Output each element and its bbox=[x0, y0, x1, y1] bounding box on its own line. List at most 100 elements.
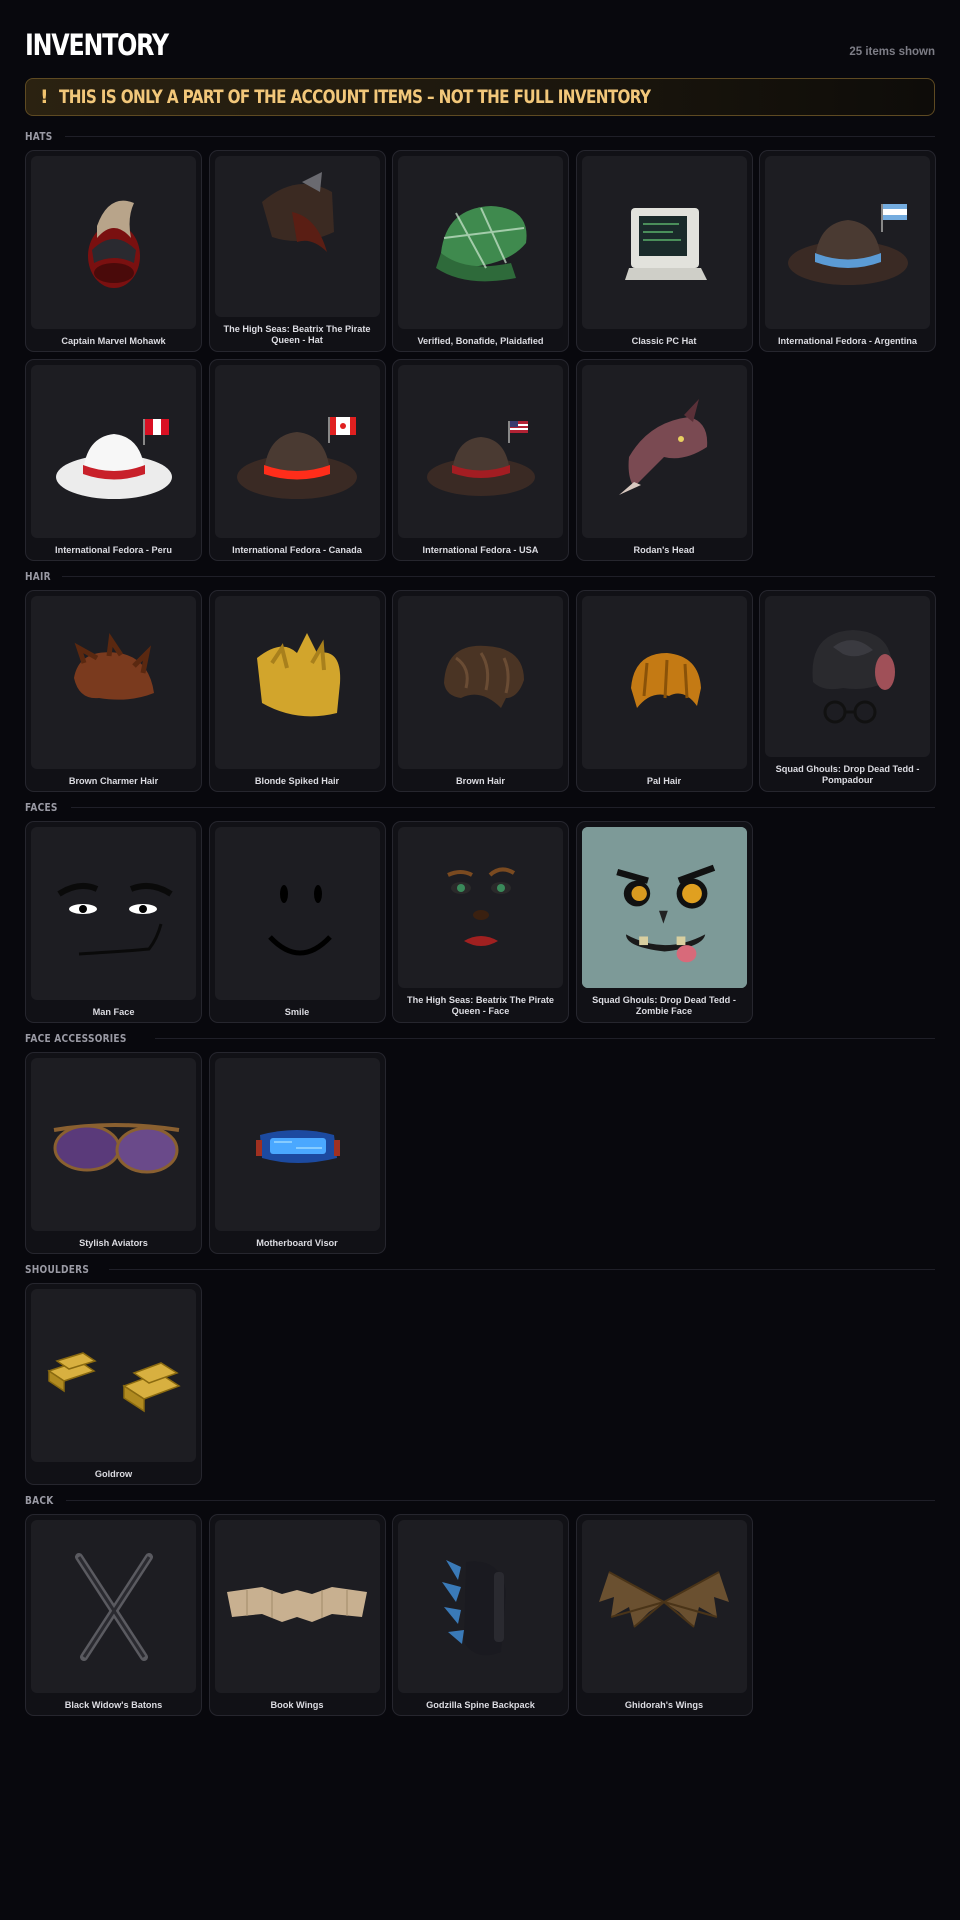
man-face-icon bbox=[56, 882, 173, 955]
inventory-item-card[interactable]: Man Face bbox=[25, 821, 202, 1023]
item-name: Stylish Aviators bbox=[79, 1237, 148, 1248]
item-thumbnail bbox=[398, 596, 563, 769]
inventory-item-card[interactable]: Godzilla Spine Backpack bbox=[392, 1514, 569, 1716]
inventory-item-card[interactable]: Verified, Bonafide, Plaidafied bbox=[392, 150, 569, 352]
inventory-item-card[interactable]: Brown Hair bbox=[392, 590, 569, 792]
pirate-hat-icon bbox=[262, 171, 334, 252]
pal-hair-icon bbox=[631, 652, 701, 708]
inventory-item-card[interactable]: Motherboard Visor bbox=[208, 1052, 386, 1254]
item-name: International Fedora - USA bbox=[422, 544, 539, 555]
item-name: Black Widow's Batons bbox=[64, 1699, 163, 1710]
item-name: The High Seas: Beatrix The Pirate Queen … bbox=[406, 995, 555, 1016]
inventory-item-card[interactable]: Book Wings bbox=[208, 1514, 386, 1716]
item-thumbnail bbox=[214, 1520, 380, 1693]
inventory-item-card[interactable]: Black Widow's Batons bbox=[25, 1514, 202, 1716]
item-name: Captain Marvel Mohawk bbox=[61, 335, 166, 346]
inventory-item-card[interactable]: International Fedora - Peru bbox=[25, 359, 202, 561]
item-count: 25 items shown bbox=[849, 46, 935, 58]
item-thumbnail bbox=[581, 827, 747, 988]
inventory-item-card[interactable]: Goldrow bbox=[25, 1283, 202, 1485]
fedora-argentina-icon bbox=[787, 203, 908, 285]
item-name: International Fedora - Canada bbox=[232, 544, 362, 555]
item-thumbnail bbox=[765, 156, 930, 329]
item-name: Ghidorah's Wings bbox=[624, 1699, 704, 1710]
item-thumbnail bbox=[31, 1058, 196, 1231]
inventory-item-card[interactable]: International Fedora - Argentina bbox=[759, 150, 936, 352]
mohawk-helmet-icon bbox=[87, 200, 140, 288]
section-label: BACK bbox=[25, 1493, 54, 1507]
item-thumbnail bbox=[581, 596, 747, 769]
item-name: Book Wings bbox=[270, 1699, 324, 1710]
item-name: Man Face bbox=[92, 1006, 135, 1017]
inventory-item-card[interactable]: Captain Marvel Mohawk bbox=[25, 150, 202, 352]
item-thumbnail bbox=[31, 596, 196, 769]
item-thumbnail bbox=[31, 156, 196, 329]
page-title: INVENTORY bbox=[25, 28, 169, 62]
item-thumbnail bbox=[581, 156, 747, 329]
plaid-cap-icon bbox=[435, 205, 527, 281]
page-header: INVENTORY 25 items shown bbox=[25, 26, 935, 62]
pirate-face-icon bbox=[446, 867, 515, 946]
item-name: Squad Ghouls: Drop Dead Tedd - Pompadour bbox=[775, 764, 920, 785]
item-thumbnail bbox=[581, 1520, 747, 1693]
section-label: SHOULDERS bbox=[25, 1262, 90, 1276]
item-name: Blonde Spiked Hair bbox=[254, 775, 340, 786]
pc-hat-icon bbox=[625, 207, 707, 280]
inventory-item-card[interactable]: The High Seas: Beatrix The Pirate Queen … bbox=[208, 150, 386, 352]
item-name: International Fedora - Peru bbox=[55, 544, 172, 555]
item-thumbnail bbox=[398, 827, 563, 988]
inventory-item-card[interactable]: Ghidorah's Wings bbox=[575, 1514, 753, 1716]
inventory-item-card[interactable]: Rodan's Head bbox=[575, 359, 753, 561]
item-name: The High Seas: Beatrix The Pirate Queen … bbox=[223, 324, 371, 345]
item-name: Motherboard Visor bbox=[256, 1237, 338, 1248]
item-thumbnail bbox=[31, 1520, 196, 1693]
inventory-item-card[interactable]: Squad Ghouls: Drop Dead Tedd - Pompadour bbox=[759, 590, 936, 792]
fedora-usa-icon bbox=[426, 420, 535, 496]
warning-banner: ! THIS IS ONLY A PART OF THE ACCOUNT ITE… bbox=[25, 78, 935, 116]
inventory-item-card[interactable]: Brown Charmer Hair bbox=[25, 590, 202, 792]
item-name: Classic PC Hat bbox=[631, 335, 697, 346]
item-name: Squad Ghouls: Drop Dead Tedd - Zombie Fa… bbox=[592, 995, 736, 1016]
item-thumbnail bbox=[398, 1520, 563, 1693]
warning-text: THIS IS ONLY A PART OF THE ACCOUNT ITEMS… bbox=[58, 86, 651, 108]
item-name: Godzilla Spine Backpack bbox=[426, 1699, 535, 1710]
item-thumbnail bbox=[398, 365, 563, 538]
inventory-item-card[interactable]: Pal Hair bbox=[575, 590, 753, 792]
item-name: Pal Hair bbox=[646, 775, 682, 786]
section-header-back: BACK bbox=[25, 1493, 935, 1507]
inventory-item-card[interactable]: International Fedora - Canada bbox=[208, 359, 386, 561]
item-name: Verified, Bonafide, Plaidafied bbox=[417, 335, 544, 346]
visor-icon bbox=[256, 1129, 340, 1163]
section-header-hats: HATS bbox=[25, 129, 935, 143]
item-thumbnail bbox=[214, 156, 380, 317]
bat-wings-icon bbox=[599, 1570, 729, 1628]
fedora-peru-icon bbox=[55, 418, 172, 499]
inventory-item-card[interactable]: Stylish Aviators bbox=[25, 1052, 202, 1254]
inventory-item-card[interactable]: Classic PC Hat bbox=[575, 150, 753, 352]
fedora-canada-icon bbox=[237, 416, 357, 499]
section-divider bbox=[154, 1037, 935, 1039]
section-label: FACE ACCESSORIES bbox=[25, 1031, 127, 1045]
item-name: International Fedora - Argentina bbox=[777, 335, 917, 346]
rodan-head-icon bbox=[619, 398, 708, 495]
item-name: Goldrow bbox=[94, 1468, 133, 1479]
item-thumbnail bbox=[214, 827, 380, 1000]
inventory-item-card[interactable]: Blonde Spiked Hair bbox=[208, 590, 386, 792]
item-thumbnail bbox=[214, 1058, 380, 1231]
item-thumbnail bbox=[765, 596, 930, 757]
warning-icon: ! bbox=[40, 86, 49, 108]
item-thumbnail bbox=[214, 596, 380, 769]
inventory-item-card[interactable]: Smile bbox=[208, 821, 386, 1023]
section-header-shoulders: SHOULDERS bbox=[25, 1262, 935, 1276]
item-thumbnail bbox=[581, 365, 747, 538]
section-divider bbox=[64, 135, 935, 137]
item-thumbnail bbox=[214, 365, 380, 538]
item-name: Smile bbox=[284, 1006, 310, 1017]
spine-backpack-icon bbox=[441, 1559, 506, 1655]
item-name: Brown Charmer Hair bbox=[68, 775, 159, 786]
section-label: FACES bbox=[25, 800, 58, 814]
inventory-item-card[interactable]: The High Seas: Beatrix The Pirate Queen … bbox=[392, 821, 569, 1023]
inventory-item-card[interactable]: International Fedora - USA bbox=[392, 359, 569, 561]
inventory-item-card[interactable]: Squad Ghouls: Drop Dead Tedd - Zombie Fa… bbox=[575, 821, 753, 1023]
item-name: Brown Hair bbox=[455, 775, 505, 786]
